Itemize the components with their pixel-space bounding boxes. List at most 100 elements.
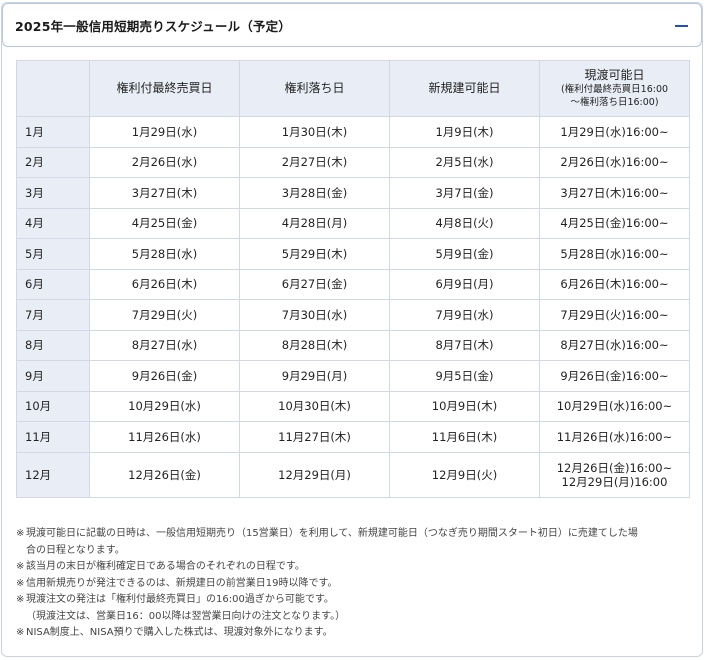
delivery-day-cell: 6月26日(木)16:00~ <box>539 268 690 300</box>
note-item: ※ 現渡注文の発注は「権利付最終売買日」の16:00過ぎから可能です。 （現渡注… <box>16 592 696 625</box>
ex-rights-day-cell: 12月29日(月) <box>239 451 390 498</box>
note-item: ※ 現渡可能日に記載の日時は、一般信用短期売り（15営業日）を利用して、新規建可… <box>16 526 696 559</box>
ex-rights-day-cell: 3月28日(金) <box>239 177 390 209</box>
last-trading-day-cell: 10月29日(水) <box>89 390 240 422</box>
ex-rights-day-cell: 10月30日(木) <box>239 390 390 422</box>
month-cell: 4月 <box>16 207 90 239</box>
table-row: 1月 1月29日(水) 1月30日(木) 1月9日(木) 1月29日(水)16:… <box>16 116 690 148</box>
new-position-day-cell: 9月5日(金) <box>389 360 540 392</box>
table-row: 3月 3月27日(木) 3月28日(金) 3月7日(金) 3月27日(木)16:… <box>16 177 690 209</box>
month-cell: 11月 <box>16 421 90 453</box>
month-cell: 1月 <box>16 116 90 148</box>
ex-rights-day-cell: 9月29日(月) <box>239 360 390 392</box>
note-text: 合の日程となります。 <box>26 544 125 556</box>
new-position-day-cell: 10月9日(木) <box>389 390 540 422</box>
last-trading-day-cell: 2月26日(水) <box>89 146 240 178</box>
month-cell: 2月 <box>16 146 90 178</box>
new-position-day-cell: 5月9日(金) <box>389 238 540 270</box>
last-trading-day-cell: 11月26日(水) <box>89 421 240 453</box>
table-row: 5月 5月28日(水) 5月29日(木) 5月9日(金) 5月28日(水)16:… <box>16 238 690 270</box>
month-cell: 7月 <box>16 299 90 331</box>
month-cell: 9月 <box>16 360 90 392</box>
header-new-position-day: 新規建可能日 <box>389 60 540 117</box>
delivery-day-cell: 10月29日(水)16:00~ <box>539 390 690 422</box>
panel-header[interactable]: 2025年一般信用短期売りスケジュール（予定） <box>2 3 702 47</box>
table-row: 6月 6月26日(木) 6月27日(金) 6月9日(月) 6月26日(木)16:… <box>16 268 690 300</box>
month-cell: 8月 <box>16 329 90 361</box>
delivery-day-cell: 7月29日(火)16:00~ <box>539 299 690 331</box>
ex-rights-day-cell: 1月30日(木) <box>239 116 390 148</box>
month-cell: 6月 <box>16 268 90 300</box>
delivery-day-cell: 2月26日(水)16:00~ <box>539 146 690 178</box>
delivery-day-cell: 3月27日(木)16:00~ <box>539 177 690 209</box>
note-item: ※ 信用新規売りが発注できるのは、新規建日の前営業日19時以降です。 <box>16 576 696 593</box>
month-cell: 10月 <box>16 390 90 422</box>
table-row: 10月 10月29日(水) 10月30日(木) 10月9日(木) 10月29日(… <box>16 390 690 422</box>
note-text: NISA制度上、NISA預りで購入した株式は、現渡対象外になります。 <box>26 627 333 638</box>
delivery-start: 12月26日(金)16:00~ <box>556 460 673 475</box>
table-row: 8月 8月27日(水) 8月28日(木) 8月7日(木) 8月27日(水)16:… <box>16 329 690 361</box>
last-trading-day-cell: 3月27日(木) <box>89 177 240 209</box>
new-position-day-cell: 8月7日(木) <box>389 329 540 361</box>
minus-icon <box>674 25 688 27</box>
table-row: 12月 12月26日(金) 12月29日(月) 12月9日(火) 12月26日(… <box>16 451 690 498</box>
note-mark: ※ <box>16 577 25 589</box>
new-position-day-cell: 7月9日(水) <box>389 299 540 331</box>
new-position-day-cell: 4月8日(火) <box>389 207 540 239</box>
collapse-button[interactable] <box>671 16 691 36</box>
last-trading-day-cell: 9月26日(金) <box>89 360 240 392</box>
header-ex-rights-day: 権利落ち日 <box>239 60 390 117</box>
ex-rights-day-cell: 4月28日(月) <box>239 207 390 239</box>
note-mark: ※ <box>16 561 25 572</box>
header-delivery-day: 現渡可能日 (権利付最終売買日16:00 〜権利落ち日16:00) <box>539 60 690 117</box>
note-text: 該当月の末日が権利確定日である場合のそれぞれの日程です。 <box>26 561 305 572</box>
new-position-day-cell: 12月9日(火) <box>389 451 540 498</box>
notes-section: ※ 現渡可能日に記載の日時は、一般信用短期売り（15営業日）を利用して、新規建可… <box>16 526 696 642</box>
last-trading-day-cell: 6月26日(木) <box>89 268 240 300</box>
header-corner <box>16 60 90 117</box>
schedule-table: 権利付最終売買日 権利落ち日 新規建可能日 現渡可能日 (権利付最終売買日16:… <box>16 60 690 498</box>
last-trading-day-cell: 7月29日(火) <box>89 299 240 331</box>
month-cell: 5月 <box>16 238 90 270</box>
note-item: ※ NISA制度上、NISA預りで購入した株式は、現渡対象外になります。 <box>16 625 696 642</box>
delivery-day-cell: 9月26日(金)16:00~ <box>539 360 690 392</box>
delivery-day-cell: 11月26日(水)16:00~ <box>539 421 690 453</box>
delivery-day-cell: 12月26日(金)16:00~ 12月29日(月)16:00 <box>539 451 690 498</box>
delivery-day-cell: 4月25日(金)16:00~ <box>539 207 690 239</box>
table-row: 4月 4月25日(金) 4月28日(月) 4月8日(火) 4月25日(金)16:… <box>16 207 690 239</box>
delivery-day-cell: 8月27日(水)16:00~ <box>539 329 690 361</box>
note-mark: ※ <box>16 627 25 638</box>
panel-title: 2025年一般信用短期売りスケジュール（予定） <box>15 18 292 34</box>
month-cell: 12月 <box>16 451 90 498</box>
note-text: 信用新規売りが発注できるのは、新規建日の前営業日19時以降です。 <box>26 577 338 589</box>
last-trading-day-cell: 1月29日(水) <box>89 116 240 148</box>
ex-rights-day-cell: 8月28日(木) <box>239 329 390 361</box>
note-text: 現渡可能日に記載の日時は、一般信用短期売り（15営業日）を利用して、新規建可能日… <box>26 528 638 539</box>
table-header-row: 権利付最終売買日 権利落ち日 新規建可能日 現渡可能日 (権利付最終売買日16:… <box>16 60 690 117</box>
note-item: ※ 該当月の末日が権利確定日である場合のそれぞれの日程です。 <box>16 559 696 576</box>
new-position-day-cell: 6月9日(月) <box>389 268 540 300</box>
ex-rights-day-cell: 7月30日(水) <box>239 299 390 331</box>
last-trading-day-cell: 4月25日(金) <box>89 207 240 239</box>
table-row: 9月 9月26日(金) 9月29日(月) 9月5日(金) 9月26日(金)16:… <box>16 360 690 392</box>
last-trading-day-cell: 8月27日(水) <box>89 329 240 361</box>
last-trading-day-cell: 12月26日(金) <box>89 451 240 498</box>
new-position-day-cell: 3月7日(金) <box>389 177 540 209</box>
note-text: 現渡注文の発注は「権利付最終売買日」の16:00過ぎから可能です。 <box>26 594 334 605</box>
note-text: （現渡注文は、営業日16：00以降は翌営業日向けの注文となります。） <box>26 610 346 622</box>
delivery-day-cell: 5月28日(水)16:00~ <box>539 238 690 270</box>
new-position-day-cell: 11月6日(木) <box>389 421 540 453</box>
header-last-trading-day: 権利付最終売買日 <box>89 60 240 117</box>
table-row: 7月 7月29日(火) 7月30日(水) 7月9日(水) 7月29日(火)16:… <box>16 299 690 331</box>
table-row: 2月 2月26日(水) 2月27日(木) 2月5日(水) 2月26日(水)16:… <box>16 146 690 178</box>
new-position-day-cell: 1月9日(木) <box>389 116 540 148</box>
last-trading-day-cell: 5月28日(水) <box>89 238 240 270</box>
ex-rights-day-cell: 5月29日(木) <box>239 238 390 270</box>
table-row: 11月 11月26日(水) 11月27日(木) 11月6日(木) 11月26日(… <box>16 421 690 453</box>
ex-rights-day-cell: 2月27日(木) <box>239 146 390 178</box>
delivery-end: 12月29日(月)16:00 <box>561 474 668 489</box>
note-mark: ※ <box>16 528 25 539</box>
new-position-day-cell: 2月5日(水) <box>389 146 540 178</box>
ex-rights-day-cell: 11月27日(木) <box>239 421 390 453</box>
schedule-table-container: 権利付最終売買日 権利落ち日 新規建可能日 現渡可能日 (権利付最終売買日16:… <box>16 60 690 498</box>
